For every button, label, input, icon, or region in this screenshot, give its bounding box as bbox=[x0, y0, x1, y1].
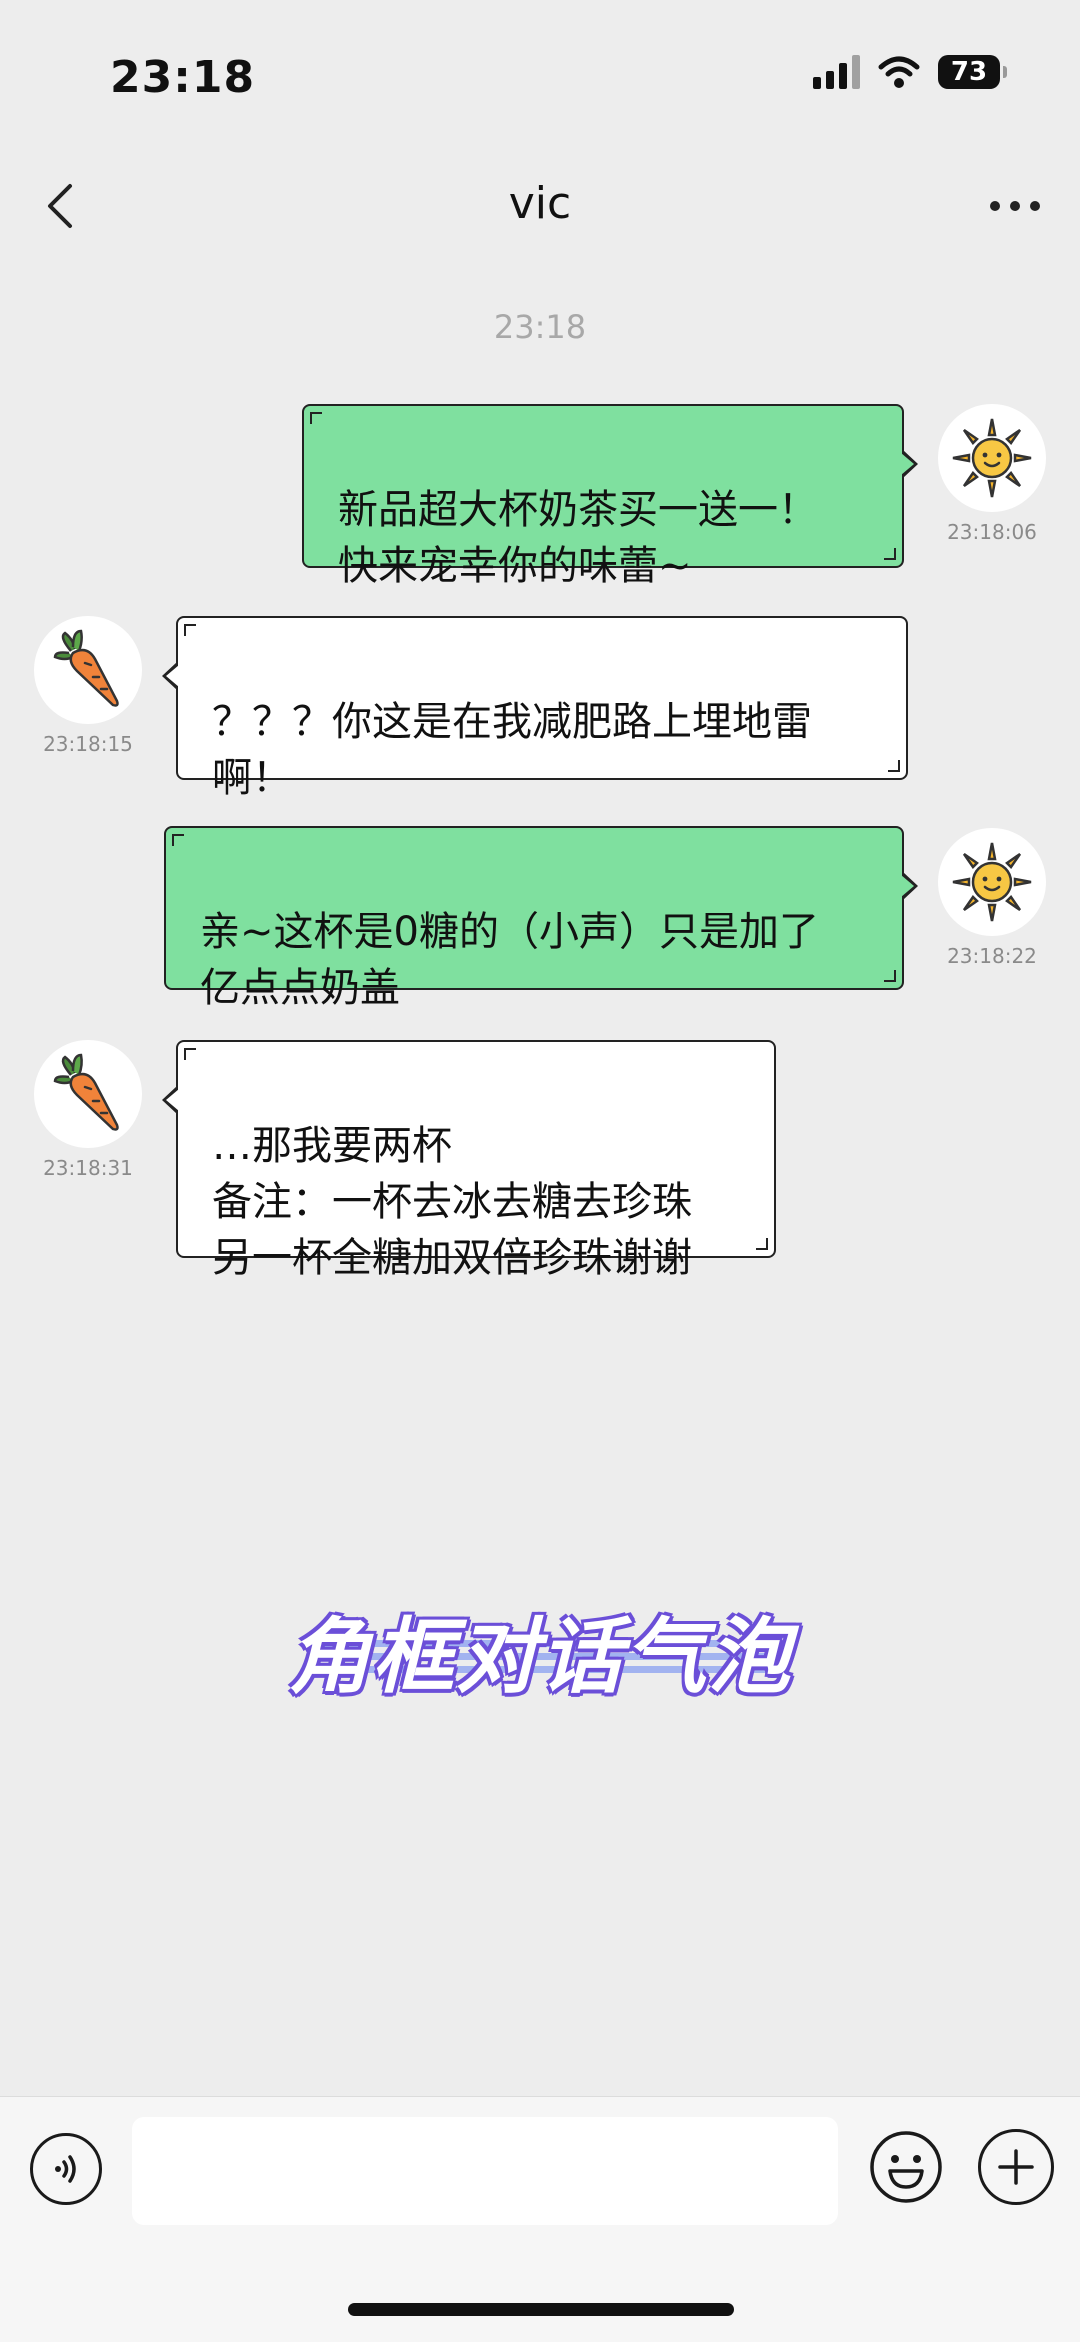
carrot-avatar[interactable] bbox=[34, 616, 142, 724]
caption-text: 角框对话气泡 bbox=[288, 1610, 792, 1705]
message-text: 新品超大杯奶茶买一送一！ 快来宠幸你的味蕾~ bbox=[338, 487, 818, 589]
carrot-avatar[interactable] bbox=[34, 1040, 142, 1148]
plus-icon bbox=[998, 2149, 1034, 2185]
status-time: 23:18 bbox=[110, 52, 256, 103]
signal-icon bbox=[813, 55, 860, 89]
battery-icon: 73 bbox=[938, 55, 1007, 89]
emoji-icon bbox=[870, 2131, 942, 2203]
plus-button[interactable] bbox=[978, 2129, 1054, 2205]
sun-avatar[interactable] bbox=[938, 828, 1046, 936]
sun-icon bbox=[952, 418, 1032, 498]
message-time: 23:18:15 bbox=[43, 732, 133, 756]
more-dots-icon bbox=[990, 201, 1000, 211]
carrot-icon bbox=[53, 629, 119, 707]
message-time: 23:18:06 bbox=[947, 520, 1037, 544]
more-button[interactable] bbox=[980, 190, 1050, 222]
message-text: ？？？你这是在我减肥路上埋地雷 啊！ bbox=[212, 699, 812, 801]
home-indicator[interactable] bbox=[348, 2303, 734, 2316]
chat-title: vic bbox=[508, 178, 572, 229]
conversation-timestamp: 23:18 bbox=[493, 308, 587, 346]
message-time: 23:18:22 bbox=[947, 944, 1037, 968]
message-bubble-received[interactable]: ？？？你这是在我减肥路上埋地雷 啊！ bbox=[162, 616, 908, 801]
more-dot bbox=[1010, 201, 1020, 211]
carrot-icon bbox=[53, 1053, 119, 1131]
message-bubble-received[interactable]: …那我要两杯 备注：一杯去冰去糖去珍珠 另一杯全糖加双倍珍珠谢谢 bbox=[162, 1040, 776, 1281]
message-bubble-sent[interactable]: 亲~这杯是0糖的（小声）只是加了 亿点点奶盖 bbox=[164, 826, 918, 1011]
more-dot bbox=[1030, 201, 1040, 211]
message-bubble-sent[interactable]: 新品超大杯奶茶买一送一！ 快来宠幸你的味蕾~ bbox=[302, 404, 918, 589]
sun-icon bbox=[952, 842, 1032, 922]
wifi-icon bbox=[878, 56, 920, 88]
sun-avatar[interactable] bbox=[938, 404, 1046, 512]
message-text: 亲~这杯是0糖的（小声）只是加了 亿点点奶盖 bbox=[200, 909, 819, 1011]
voice-icon bbox=[55, 2155, 76, 2183]
battery-level: 73 bbox=[950, 57, 988, 87]
voice-button[interactable] bbox=[30, 2133, 102, 2205]
message-input[interactable] bbox=[132, 2117, 838, 2225]
emoji-button[interactable] bbox=[868, 2129, 944, 2205]
status-icons: 73 bbox=[813, 55, 1007, 89]
message-text: …那我要两杯 备注：一杯去冰去糖去珍珠 另一杯全糖加双倍珍珠谢谢 bbox=[212, 1123, 692, 1281]
message-time: 23:18:31 bbox=[43, 1156, 133, 1180]
